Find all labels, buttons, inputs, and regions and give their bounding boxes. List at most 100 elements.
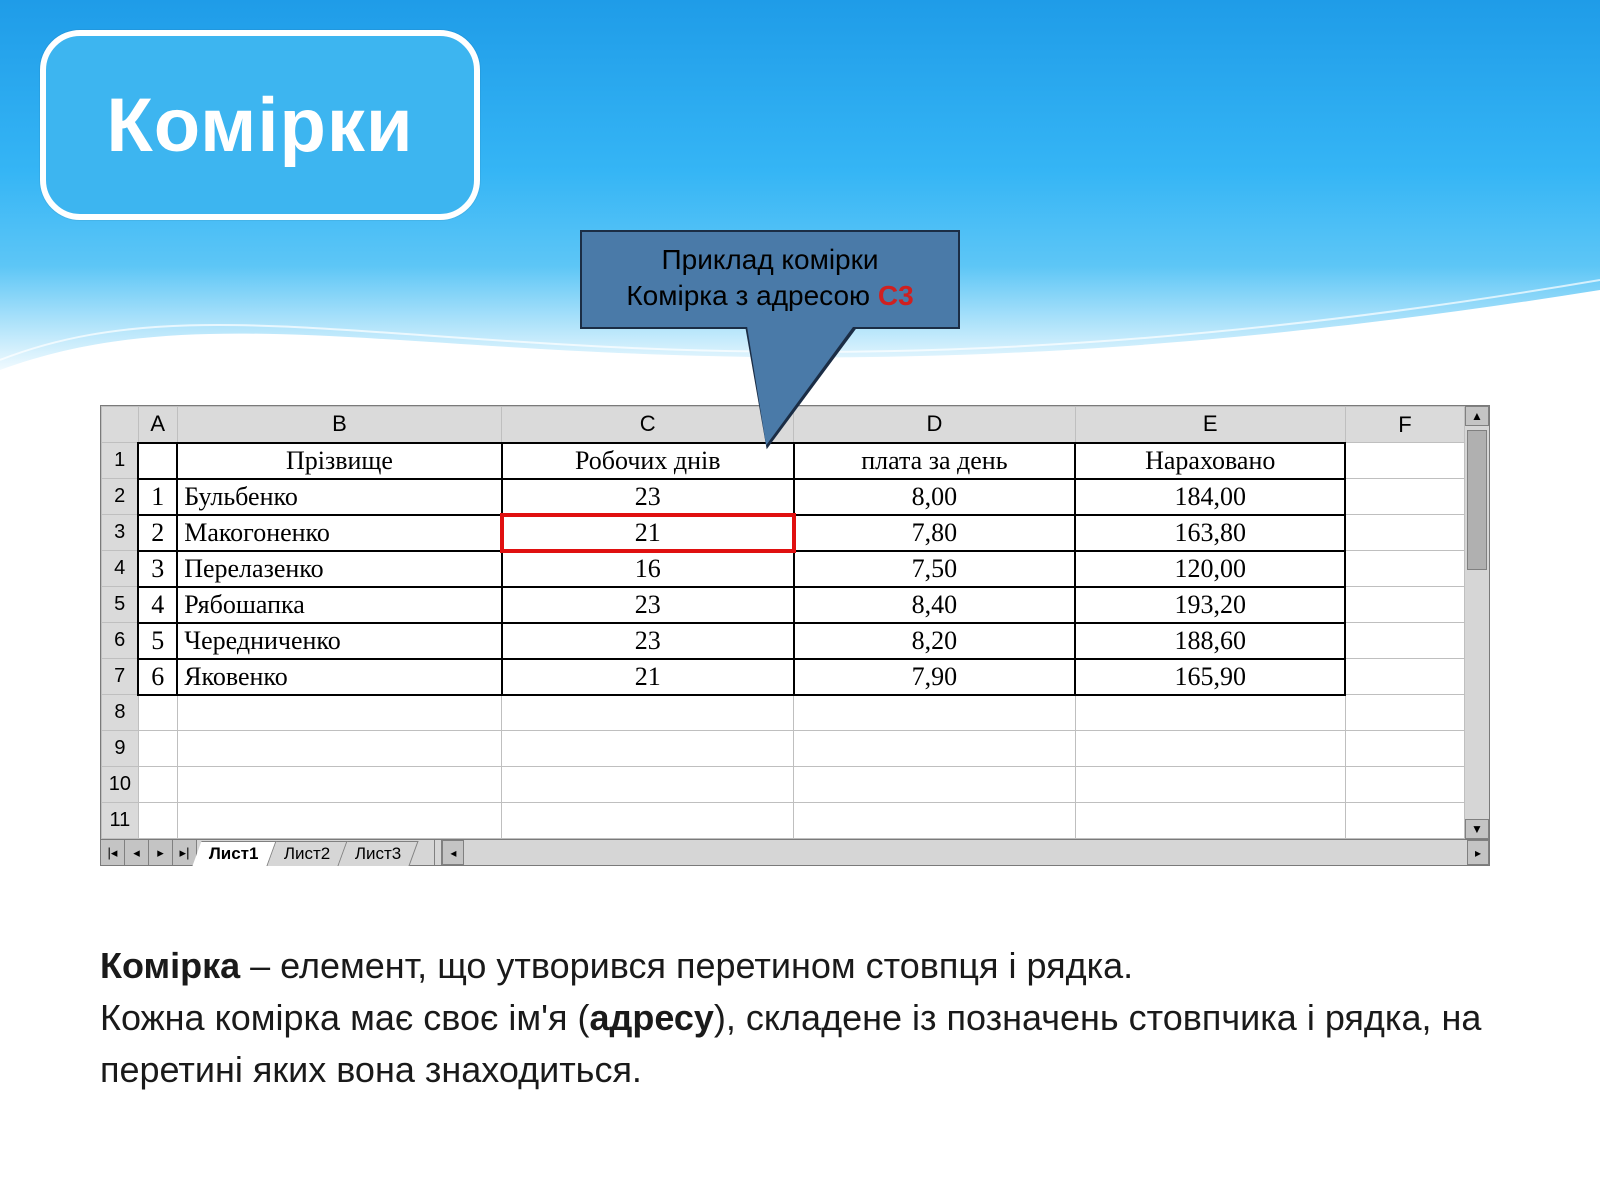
select-all-corner[interactable] bbox=[102, 407, 139, 443]
cell[interactable] bbox=[1345, 803, 1464, 839]
cell[interactable]: 23 bbox=[502, 587, 794, 623]
vertical-scrollbar[interactable]: ▲ ▼ bbox=[1465, 406, 1489, 839]
cell[interactable] bbox=[138, 443, 177, 479]
cell[interactable]: 7,90 bbox=[794, 659, 1075, 695]
horizontal-scrollbar[interactable]: ◂ ▸ bbox=[434, 840, 1489, 865]
row-header[interactable]: 10 bbox=[102, 767, 139, 803]
cell[interactable]: Чередниченко bbox=[177, 623, 502, 659]
cell[interactable] bbox=[177, 695, 502, 731]
cell[interactable]: 8,20 bbox=[794, 623, 1075, 659]
sheet-tab[interactable]: Лист1 bbox=[192, 841, 276, 866]
cell[interactable] bbox=[794, 803, 1075, 839]
cell[interactable] bbox=[1075, 767, 1345, 803]
row-header[interactable]: 3 bbox=[102, 515, 139, 551]
sheet-tab[interactable]: Лист2 bbox=[267, 841, 348, 866]
col-header-B[interactable]: B bbox=[177, 407, 502, 443]
cell[interactable]: 1 bbox=[138, 479, 177, 515]
row-header[interactable]: 4 bbox=[102, 551, 139, 587]
table-row: 2 1 Бульбенко 23 8,00 184,00 bbox=[102, 479, 1465, 515]
cell[interactable] bbox=[794, 695, 1075, 731]
cell[interactable] bbox=[502, 767, 794, 803]
cell[interactable]: Перелазенко bbox=[177, 551, 502, 587]
cell[interactable]: 21 bbox=[502, 659, 794, 695]
sheet-tab[interactable]: Лист3 bbox=[338, 841, 419, 866]
col-header-E[interactable]: E bbox=[1075, 407, 1345, 443]
cell[interactable] bbox=[1345, 587, 1464, 623]
cell[interactable] bbox=[794, 767, 1075, 803]
first-sheet-icon[interactable]: |◂ bbox=[101, 840, 125, 865]
cell[interactable]: 165,90 bbox=[1075, 659, 1345, 695]
row-header[interactable]: 11 bbox=[102, 803, 139, 839]
cell[interactable] bbox=[138, 803, 177, 839]
scroll-down-icon[interactable]: ▼ bbox=[1465, 819, 1489, 839]
cell[interactable]: 6 bbox=[138, 659, 177, 695]
prev-sheet-icon[interactable]: ◂ bbox=[125, 840, 149, 865]
callout-line2: Комірка з адресою C3 bbox=[600, 278, 940, 314]
cell[interactable] bbox=[1075, 803, 1345, 839]
cell[interactable] bbox=[1075, 731, 1345, 767]
cell[interactable] bbox=[1345, 767, 1464, 803]
scroll-up-icon[interactable]: ▲ bbox=[1465, 406, 1489, 426]
cell[interactable] bbox=[502, 695, 794, 731]
cell[interactable]: Нараховано bbox=[1075, 443, 1345, 479]
cell[interactable]: Рябошапка bbox=[177, 587, 502, 623]
row-header[interactable]: 9 bbox=[102, 731, 139, 767]
cell[interactable] bbox=[1345, 695, 1464, 731]
cell[interactable] bbox=[1345, 659, 1464, 695]
cell[interactable] bbox=[502, 803, 794, 839]
cell[interactable] bbox=[1345, 623, 1464, 659]
col-header-A[interactable]: A bbox=[138, 407, 177, 443]
row-header[interactable]: 7 bbox=[102, 659, 139, 695]
cell[interactable]: 2 bbox=[138, 515, 177, 551]
cell[interactable] bbox=[1345, 479, 1464, 515]
cell[interactable]: 193,20 bbox=[1075, 587, 1345, 623]
row-header[interactable]: 2 bbox=[102, 479, 139, 515]
cell[interactable] bbox=[177, 767, 502, 803]
spreadsheet-grid[interactable]: A B C D E F 1 Прізвище Робочих днів плат… bbox=[101, 406, 1465, 839]
splitter[interactable] bbox=[434, 840, 442, 865]
scroll-track[interactable] bbox=[464, 840, 1467, 865]
cell[interactable]: 120,00 bbox=[1075, 551, 1345, 587]
cell[interactable]: Макогоненко bbox=[177, 515, 502, 551]
col-header-F[interactable]: F bbox=[1345, 407, 1464, 443]
cell[interactable] bbox=[138, 767, 177, 803]
next-sheet-icon[interactable]: ▸ bbox=[149, 840, 173, 865]
cell[interactable] bbox=[177, 731, 502, 767]
cell[interactable]: 23 bbox=[502, 479, 794, 515]
scroll-thumb[interactable] bbox=[1467, 430, 1487, 570]
row-header[interactable]: 5 bbox=[102, 587, 139, 623]
cell[interactable]: 188,60 bbox=[1075, 623, 1345, 659]
row-header[interactable]: 8 bbox=[102, 695, 139, 731]
cell[interactable] bbox=[1345, 443, 1464, 479]
cell[interactable] bbox=[138, 731, 177, 767]
cell[interactable]: 7,50 bbox=[794, 551, 1075, 587]
cell[interactable] bbox=[1345, 515, 1464, 551]
scroll-left-icon[interactable]: ◂ bbox=[442, 840, 464, 865]
cell[interactable] bbox=[1345, 731, 1464, 767]
cell[interactable] bbox=[138, 695, 177, 731]
cell[interactable]: 163,80 bbox=[1075, 515, 1345, 551]
row-header[interactable]: 6 bbox=[102, 623, 139, 659]
cell[interactable] bbox=[1345, 551, 1464, 587]
cell[interactable]: 16 bbox=[502, 551, 794, 587]
scroll-right-icon[interactable]: ▸ bbox=[1467, 840, 1489, 865]
cell[interactable]: Бульбенко bbox=[177, 479, 502, 515]
cell[interactable]: 5 bbox=[138, 623, 177, 659]
cell[interactable]: 23 bbox=[502, 623, 794, 659]
cell[interactable]: 3 bbox=[138, 551, 177, 587]
cell[interactable]: Яковенко bbox=[177, 659, 502, 695]
row-header[interactable]: 1 bbox=[102, 443, 139, 479]
cell[interactable] bbox=[502, 731, 794, 767]
cell[interactable]: Робочих днів bbox=[502, 443, 794, 479]
cell[interactable]: Прізвище bbox=[177, 443, 502, 479]
cell-highlighted[interactable]: 21 bbox=[502, 515, 794, 551]
cell[interactable] bbox=[794, 731, 1075, 767]
cell[interactable]: 7,80 bbox=[794, 515, 1075, 551]
cell[interactable] bbox=[177, 803, 502, 839]
cell[interactable]: 8,40 bbox=[794, 587, 1075, 623]
scroll-track[interactable] bbox=[1465, 426, 1489, 819]
cell[interactable]: 4 bbox=[138, 587, 177, 623]
cell[interactable]: 8,00 bbox=[794, 479, 1075, 515]
cell[interactable] bbox=[1075, 695, 1345, 731]
cell[interactable]: 184,00 bbox=[1075, 479, 1345, 515]
